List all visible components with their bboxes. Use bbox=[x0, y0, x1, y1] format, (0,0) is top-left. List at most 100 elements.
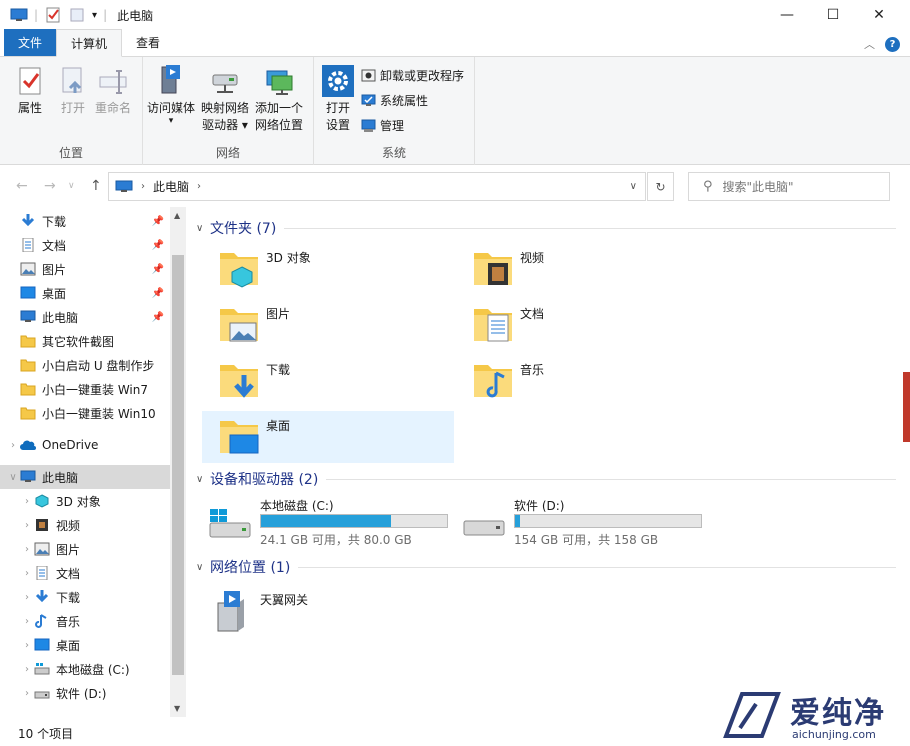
ribbon-group-network: 访问媒体 ▾ 映射网络 驱动器 ▾ 添加一个 网络位置 网络 bbox=[143, 57, 314, 165]
drive-c[interactable]: 本地磁盘 (C:) 24.1 GB 可用，共 80.0 GB bbox=[196, 497, 448, 549]
collapse-chevron-icon[interactable]: ∨ bbox=[6, 472, 20, 483]
expand-chevron-icon[interactable]: › bbox=[20, 664, 34, 675]
system-properties-button[interactable]: 系统属性 bbox=[361, 90, 428, 110]
nav-item-label: 此电脑 bbox=[42, 469, 78, 486]
folder-label: 图片 bbox=[266, 305, 290, 322]
folder-label: 桌面 bbox=[266, 417, 290, 434]
map-network-drive-button[interactable]: 映射网络 驱动器 ▾ bbox=[201, 65, 249, 134]
pin-icon[interactable]: 📌 bbox=[152, 264, 164, 275]
access-media-button[interactable]: 访问媒体 ▾ bbox=[147, 61, 195, 125]
folder-downloads[interactable]: 下载 bbox=[202, 355, 454, 407]
properties-icon[interactable] bbox=[44, 7, 62, 23]
nav-item-downloads-pc[interactable]: › 下载 bbox=[0, 585, 170, 609]
expand-chevron-icon[interactable]: › bbox=[20, 568, 34, 579]
uninstall-programs-button[interactable]: 卸载或更改程序 bbox=[361, 65, 464, 85]
nav-item-3d-objects[interactable]: › 3D 对象 bbox=[0, 489, 170, 513]
add-network-location-button[interactable]: 添加一个 网络位置 bbox=[255, 65, 303, 134]
nav-item-software-d[interactable]: › 软件 (D:) bbox=[0, 681, 170, 705]
expand-chevron-icon[interactable]: › bbox=[20, 616, 34, 627]
expand-chevron-icon[interactable]: › bbox=[20, 496, 34, 507]
help-icon[interactable]: ? bbox=[885, 37, 900, 52]
address-bar[interactable]: › 此电脑 › ∨ bbox=[108, 172, 646, 201]
pin-icon[interactable]: 📌 bbox=[152, 240, 164, 251]
properties-button[interactable]: 属性 bbox=[14, 65, 46, 117]
folders-section-header[interactable]: ∨ 文件夹 (7) bbox=[196, 216, 896, 240]
network-section-header[interactable]: ∨ 网络位置 (1) bbox=[196, 555, 896, 579]
folder-3d-objects[interactable]: 3D 对象 bbox=[202, 243, 454, 295]
scrollbar-thumb[interactable] bbox=[172, 255, 184, 675]
maximize-button[interactable]: ☐ bbox=[810, 0, 856, 30]
collapse-ribbon-icon[interactable]: ︿ bbox=[864, 36, 875, 52]
scroll-down-icon[interactable]: ▼ bbox=[174, 704, 180, 713]
nav-item-desktop[interactable]: 桌面 📌 bbox=[0, 281, 170, 305]
nav-item-this-pc-quick[interactable]: 此电脑 📌 bbox=[0, 305, 170, 329]
properties-label: 属性 bbox=[18, 100, 42, 117]
forward-arrow-icon[interactable]: → bbox=[44, 178, 56, 194]
nav-item-local-disk-c[interactable]: › 本地磁盘 (C:) bbox=[0, 657, 170, 681]
drive-d[interactable]: 软件 (D:) 154 GB 可用，共 158 GB bbox=[450, 497, 702, 549]
nav-item-pictures-pc[interactable]: › 图片 bbox=[0, 537, 170, 561]
collapse-chevron-icon[interactable]: ∨ bbox=[196, 474, 210, 485]
computer-icon bbox=[115, 180, 133, 194]
drive-space-info: 154 GB 可用，共 158 GB bbox=[514, 531, 658, 548]
nav-item-onedrive[interactable]: › OneDrive bbox=[0, 433, 170, 457]
nav-item-pictures[interactable]: 图片 📌 bbox=[0, 257, 170, 281]
nav-item-folder[interactable]: 小白一键重装 Win7 bbox=[0, 377, 170, 401]
nav-item-music[interactable]: › 音乐 bbox=[0, 609, 170, 633]
scroll-up-icon[interactable]: ▲ bbox=[174, 211, 180, 220]
manage-button[interactable]: 管理 bbox=[361, 115, 404, 135]
expand-chevron-icon[interactable]: › bbox=[6, 440, 20, 451]
expand-chevron-icon[interactable]: › bbox=[20, 544, 34, 555]
pin-icon[interactable]: 📌 bbox=[152, 312, 164, 323]
nav-item-folder[interactable]: 小白一键重装 Win10 bbox=[0, 401, 170, 425]
ribbon-right-controls: ︿ ? bbox=[864, 36, 900, 52]
tab-file[interactable]: 文件 bbox=[4, 29, 56, 56]
folder-pictures[interactable]: 图片 bbox=[202, 299, 454, 351]
folder-videos[interactable]: 视频 bbox=[456, 243, 708, 295]
pin-icon[interactable]: 📌 bbox=[152, 216, 164, 227]
pin-icon[interactable]: 📌 bbox=[152, 288, 164, 299]
collapse-chevron-icon[interactable]: ∨ bbox=[196, 562, 210, 573]
search-input[interactable]: 搜索"此电脑" bbox=[723, 178, 794, 195]
drives-section-header[interactable]: ∨ 设备和驱动器 (2) bbox=[196, 467, 896, 491]
back-arrow-icon[interactable]: ← bbox=[16, 178, 28, 194]
nav-scrollbar[interactable]: ▲ ▼ bbox=[170, 207, 186, 717]
collapse-chevron-icon[interactable]: ∨ bbox=[196, 223, 210, 234]
background-window-edge bbox=[903, 372, 910, 442]
nav-item-download[interactable]: 下载 📌 bbox=[0, 209, 170, 233]
nav-item-documents-pc[interactable]: › 文档 bbox=[0, 561, 170, 585]
breadcrumb-this-pc[interactable]: 此电脑 bbox=[153, 178, 189, 195]
breadcrumb-chevron-icon[interactable]: › bbox=[141, 181, 145, 192]
nav-item-label: 图片 bbox=[56, 541, 80, 558]
breadcrumb-chevron-icon[interactable]: › bbox=[197, 181, 201, 192]
nav-item-this-pc[interactable]: ∨ 此电脑 bbox=[0, 465, 170, 489]
folder-documents[interactable]: 文档 bbox=[456, 299, 708, 351]
expand-chevron-icon[interactable]: › bbox=[20, 520, 34, 531]
nav-item-documents[interactable]: 文档 📌 bbox=[0, 233, 170, 257]
tab-computer[interactable]: 计算机 bbox=[56, 29, 122, 57]
minimize-button[interactable]: — bbox=[764, 0, 810, 30]
nav-item-folder[interactable]: 其它软件截图 bbox=[0, 329, 170, 353]
access-media-dropdown-icon[interactable]: ▾ bbox=[169, 117, 174, 125]
expand-chevron-icon[interactable]: › bbox=[20, 688, 34, 699]
nav-item-folder[interactable]: 小白启动 U 盘制作步 bbox=[0, 353, 170, 377]
nav-item-videos[interactable]: › 视频 bbox=[0, 513, 170, 537]
up-arrow-icon[interactable]: ↑ bbox=[90, 178, 102, 194]
rename-button[interactable]: 重命名 bbox=[95, 65, 131, 117]
refresh-button[interactable]: ↻ bbox=[647, 172, 674, 201]
folder-desktop[interactable]: 桌面 bbox=[202, 411, 454, 463]
expand-chevron-icon[interactable]: › bbox=[20, 592, 34, 603]
nav-item-desktop-pc[interactable]: › 桌面 bbox=[0, 633, 170, 657]
open-settings-button[interactable]: 打开 设置 bbox=[322, 65, 354, 134]
customize-toolbar-icon[interactable]: ▾ bbox=[92, 10, 97, 21]
folder-music[interactable]: 音乐 bbox=[456, 355, 708, 407]
recent-locations-chevron-icon[interactable]: ∨ bbox=[68, 181, 75, 191]
tab-view[interactable]: 查看 bbox=[122, 29, 174, 56]
expand-chevron-icon[interactable]: › bbox=[20, 640, 34, 651]
open-button[interactable]: 打开 bbox=[57, 65, 89, 117]
network-location-tianyi-gateway[interactable]: 天翼网关 bbox=[202, 585, 454, 637]
search-box[interactable]: ⚲ 搜索"此电脑" bbox=[688, 172, 890, 201]
close-button[interactable]: ✕ bbox=[856, 0, 902, 30]
address-dropdown-icon[interactable]: ∨ bbox=[630, 181, 637, 192]
new-folder-icon[interactable] bbox=[68, 7, 86, 23]
